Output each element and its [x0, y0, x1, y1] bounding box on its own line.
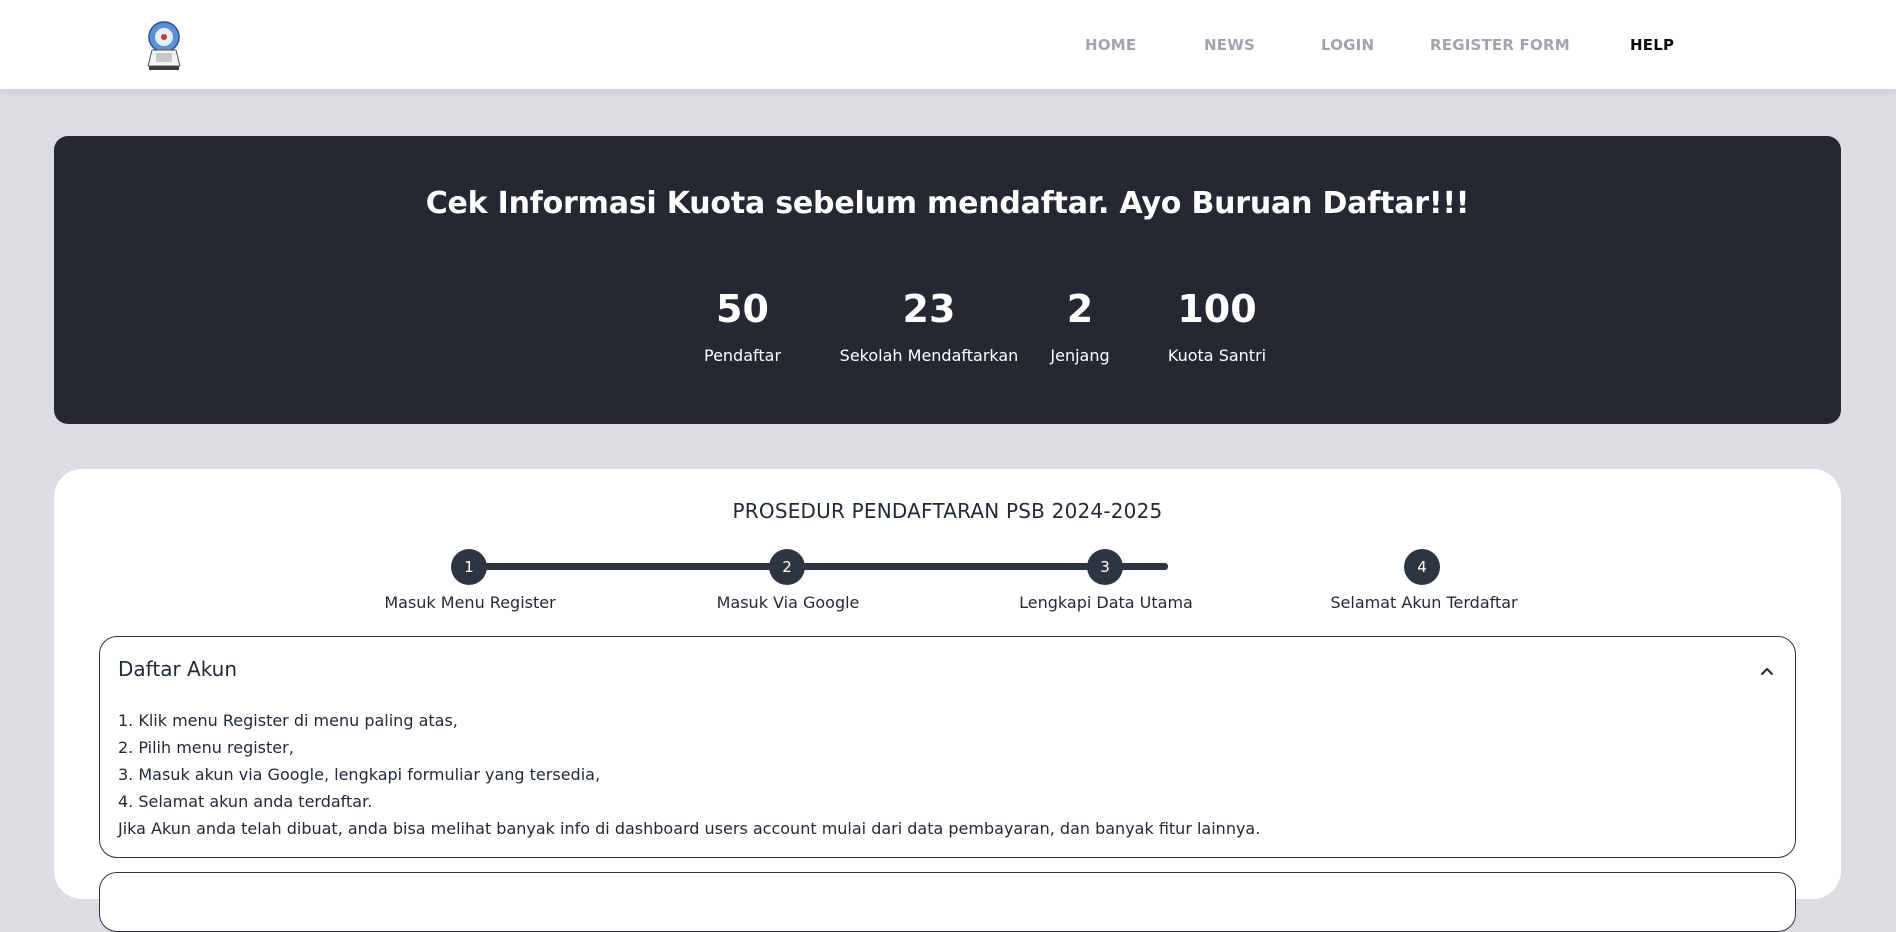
banner-title: Cek Informasi Kuota sebelum mendaftar. A…	[425, 186, 1470, 221]
step-1-label: Masuk Menu Register	[384, 593, 556, 612]
stat-value: 2	[1066, 287, 1094, 331]
accordion-daftar-akun: Daftar Akun 1. Klik menu Register di men…	[99, 636, 1796, 858]
top-navbar: HOME NEWS LOGIN REGISTER FORM HELP	[0, 0, 1896, 90]
stepper-track	[470, 563, 1168, 570]
instruction-line: 1. Klik menu Register di menu paling ata…	[118, 711, 458, 730]
accordion-body: 1. Klik menu Register di menu paling ata…	[118, 707, 1260, 842]
step-3-label: Lengkapi Data Utama	[1019, 593, 1193, 612]
nav-news-link[interactable]: NEWS	[1204, 36, 1255, 54]
step-2-label: Masuk Via Google	[716, 593, 860, 612]
procedure-stepper: 1 2 3 4 Masuk Menu Register Masuk Via Go…	[54, 549, 1841, 629]
instruction-line: 3. Masuk akun via Google, lengkapi formu…	[118, 765, 601, 784]
nav-login-link[interactable]: LOGIN	[1321, 36, 1374, 54]
instruction-line: Jika Akun anda telah dibuat, anda bisa m…	[118, 819, 1261, 838]
stat-jenjang: 2 Jenjang	[1010, 290, 1150, 365]
stat-label: Kuota Santri	[1167, 346, 1267, 365]
step-4-label: Selamat Akun Terdaftar	[1330, 593, 1518, 612]
step-4-dot: 4	[1404, 549, 1440, 585]
procedure-card: PROSEDUR PENDAFTARAN PSB 2024-2025 1 2 3…	[54, 469, 1841, 932]
step-2-dot: 2	[769, 549, 805, 585]
procedure-title: PROSEDUR PENDAFTARAN PSB 2024-2025	[732, 499, 1163, 523]
accordion-next[interactable]	[99, 872, 1796, 932]
nav-register-form-link[interactable]: REGISTER FORM	[1430, 36, 1570, 54]
instruction-line: 4. Selamat akun anda terdaftar.	[118, 792, 373, 811]
chevron-up-icon[interactable]	[1757, 661, 1777, 681]
nav-home-link[interactable]: HOME	[1085, 36, 1136, 54]
step-3-dot: 3	[1087, 549, 1123, 585]
step-1-dot: 1	[451, 549, 487, 585]
accordion-header[interactable]: Daftar Akun	[118, 657, 237, 681]
quota-info-banner: Cek Informasi Kuota sebelum mendaftar. A…	[54, 136, 1841, 424]
instruction-line: 2. Pilih menu register,	[118, 738, 294, 757]
nav-help-link[interactable]: HELP	[1630, 36, 1674, 54]
stat-value: 100	[1177, 287, 1257, 331]
stat-kuota-santri: 100 Kuota Santri	[1137, 290, 1297, 365]
stat-label: Jenjang	[1050, 346, 1110, 365]
